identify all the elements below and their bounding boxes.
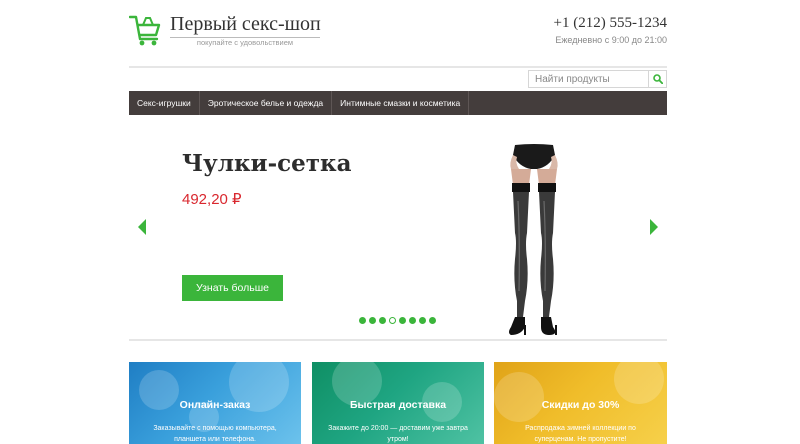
learn-more-button[interactable]: Узнать больше xyxy=(182,275,283,301)
phone-number[interactable]: +1 (212) 555-1234 xyxy=(554,15,667,32)
slider-prev-arrow-icon[interactable] xyxy=(138,219,146,235)
slide-title: Чулки-сетка xyxy=(182,150,352,177)
site-tagline: покупайте с удовольствием xyxy=(196,38,294,47)
hero-slider: Чулки-сетка 492,20 ₽ Узнать больше xyxy=(129,115,667,339)
search-input[interactable] xyxy=(529,71,648,87)
feature-title: Скидки до 30% xyxy=(541,399,620,411)
slider-dot[interactable] xyxy=(379,317,386,324)
nav-item-lingerie[interactable]: Эротическое белье и одежда xyxy=(200,91,333,115)
slider-dot[interactable] xyxy=(419,317,426,324)
slider-next-arrow-icon[interactable] xyxy=(650,219,658,235)
search-box xyxy=(528,70,667,88)
feature-text: Распродажа зимней коллекции по суперцена… xyxy=(525,425,636,443)
slider-dot[interactable] xyxy=(359,317,366,324)
search-icon xyxy=(652,74,663,84)
feature-title: Быстрая доставка xyxy=(349,399,447,411)
slider-dot[interactable] xyxy=(429,317,436,324)
feature-tile-online-order[interactable]: Онлайн-заказ Заказывайте с помощью компь… xyxy=(129,362,301,444)
slider-dot[interactable] xyxy=(369,317,376,324)
shopping-cart-icon[interactable] xyxy=(129,13,161,47)
slide-price: 492,20 ₽ xyxy=(182,191,242,208)
slider-dot[interactable] xyxy=(399,317,406,324)
slider-dot[interactable] xyxy=(409,317,416,324)
feature-text: Закажите до 20:00 — доставим уже завтра … xyxy=(328,425,468,443)
nav-item-sex-toys[interactable]: Секс-игрушки xyxy=(129,91,200,115)
feature-text: Заказывайте с помощью компьютера, планше… xyxy=(153,425,277,443)
product-image[interactable] xyxy=(469,141,599,337)
feature-tile-fast-delivery[interactable]: Быстрая доставка Закажите до 20:00 — дос… xyxy=(312,362,484,444)
content-divider xyxy=(129,339,667,341)
feature-title: Онлайн-заказ xyxy=(179,399,251,411)
search-button[interactable] xyxy=(648,71,666,87)
nav-item-lubricants[interactable]: Интимные смазки и косметика xyxy=(332,91,470,115)
main-nav: Секс-игрушки Эротическое белье и одежда … xyxy=(129,91,667,115)
feature-tile-discounts[interactable]: Скидки до 30% Распродажа зимней коллекци… xyxy=(494,362,667,444)
slider-dot[interactable] xyxy=(389,317,396,324)
site-title[interactable]: Первый секс-шоп xyxy=(170,13,321,36)
site-header: Первый секс-шоп покупайте с удовольствие… xyxy=(129,0,667,66)
header-divider xyxy=(129,66,667,68)
opening-hours: Ежедневно с 9:00 до 21:00 xyxy=(555,35,667,45)
slider-dots xyxy=(359,317,436,324)
